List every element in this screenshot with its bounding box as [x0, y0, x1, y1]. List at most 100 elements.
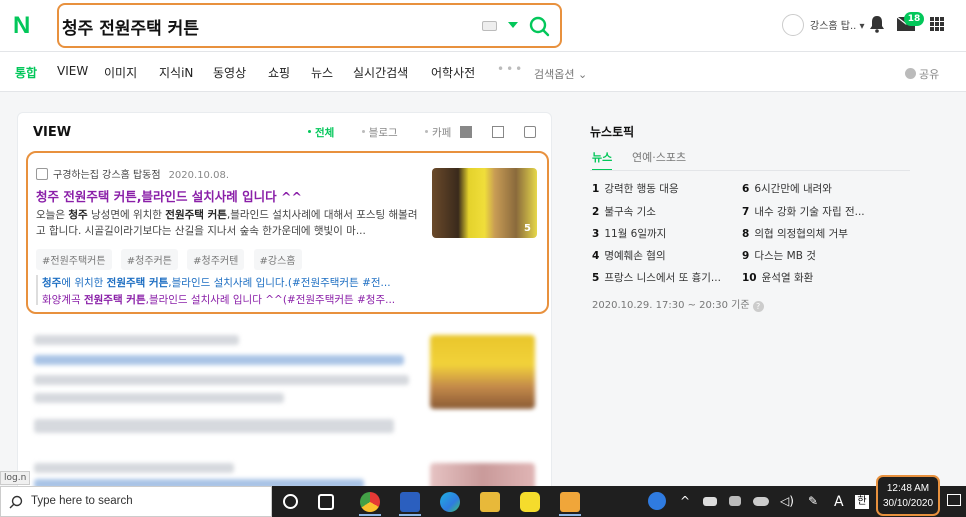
clock-date: 30/10/2020	[882, 498, 934, 509]
detail-layout-icon[interactable]	[492, 126, 504, 138]
view-title: VIEW	[33, 125, 72, 140]
tag[interactable]: #청주커텐	[187, 249, 245, 270]
tab-video[interactable]: 동영상	[213, 64, 246, 81]
search-options-button[interactable]: 검색옵션 ⌄	[534, 66, 587, 82]
tab-kin[interactable]: 지식iN	[159, 64, 193, 81]
status-bar-url: log.n	[0, 471, 31, 485]
house-icon	[36, 168, 48, 180]
apps-grid-icon[interactable]	[930, 17, 944, 31]
news-item[interactable]: 8 의협 의정협의체 거부	[742, 226, 848, 241]
blurred-content	[34, 335, 239, 345]
pen-icon[interactable]: ✎	[808, 494, 818, 508]
news-item[interactable]: 9 다스는 MB 것	[742, 248, 816, 263]
related-post-link[interactable]: 청주에 위치한 전원주택 커튼,블라인드 설치사례 입니다.(#전원주택커튼 #…	[42, 275, 417, 290]
result-date: 2020.10.08.	[168, 170, 229, 181]
tab-news[interactable]: 뉴스	[311, 64, 333, 81]
view-panel: VIEW 전체 블로그 카페 구경하는집 강스홈 탑동점 2020.10.08. …	[17, 112, 552, 492]
news-item[interactable]: 2 불구속 기소	[592, 204, 656, 219]
result-tags: #전원주택커튼 #청주커튼 #청주커텐 #강스홈	[36, 249, 308, 270]
blurred-content	[34, 393, 284, 403]
news-item[interactable]: 6 6시간만에 내려와	[742, 181, 832, 196]
result-thumbnail[interactable]: 5	[432, 168, 537, 238]
chevron-down-icon: ⌄	[577, 68, 588, 81]
taskbar: Type here to search ^ ◁) ✎ A 한	[0, 486, 966, 517]
result-description[interactable]: 오늘은 청주 낭성면에 위치한 전원주택 커튼,블라인드 설치사례에 대해서 포…	[36, 207, 419, 239]
filter-cafe[interactable]: 카페	[425, 127, 463, 139]
dropbox-icon[interactable]	[729, 496, 741, 506]
ime-korean[interactable]: 한	[855, 495, 869, 509]
edge-icon[interactable]	[440, 492, 460, 512]
result-card[interactable]: 구경하는집 강스홈 탑동점 2020.10.08. 청주 전원주택 커튼,블라인드…	[26, 151, 549, 314]
news-topic-title: 뉴스토픽	[590, 125, 635, 139]
search-options-label: 검색옵션	[534, 68, 575, 81]
avatar[interactable]	[782, 14, 804, 36]
taskbar-search[interactable]: Type here to search	[0, 486, 272, 517]
news-item[interactable]: 7 내수 강화 기술 자립 전...	[742, 204, 865, 219]
blurred-content	[34, 463, 234, 473]
cloud-icon[interactable]	[753, 497, 769, 506]
keyboard-icon[interactable]	[482, 21, 497, 31]
tab-news-topic[interactable]: 뉴스	[592, 149, 613, 171]
volume-icon[interactable]: ◁)	[780, 494, 794, 508]
notification-icon[interactable]	[947, 494, 961, 506]
divider	[36, 275, 38, 305]
tag[interactable]: #청주커튼	[120, 249, 178, 270]
search-box[interactable]	[57, 3, 562, 48]
tab-dictionary[interactable]: 어학사전	[431, 64, 475, 81]
chevron-up-icon[interactable]: ^	[680, 494, 690, 508]
battery-icon[interactable]	[703, 497, 717, 506]
filter-all[interactable]: 전체	[308, 127, 346, 139]
search-input[interactable]	[62, 12, 462, 40]
divider	[590, 170, 910, 171]
active-indicator	[399, 514, 421, 516]
news-item[interactable]: 5 프랑스 니스에서 또 흉기...	[592, 270, 721, 285]
kakaotalk-icon[interactable]	[520, 492, 540, 512]
tab-images[interactable]: 이미지	[104, 64, 137, 81]
news-item[interactable]: 4 명예훼손 혐의	[592, 248, 666, 263]
help-icon[interactable]: ?	[752, 301, 764, 312]
task-view-icon[interactable]	[318, 494, 334, 510]
cortana-icon[interactable]	[283, 494, 298, 509]
related-post-link[interactable]: 화양계곡 전원주택 커튼,블라인드 설치사례 입니다 ^^(#전원주택커튼 #청…	[42, 292, 417, 307]
tab-realtime[interactable]: 실시간검색	[353, 64, 408, 81]
tag[interactable]: #전원주택커튼	[36, 249, 112, 270]
ime-mode[interactable]: A	[834, 494, 844, 510]
clock[interactable]: 12:48 AM 30/10/2020	[876, 475, 940, 516]
tab-all[interactable]: 통합	[15, 64, 37, 81]
chevron-down-icon[interactable]	[508, 22, 518, 28]
filter-blog[interactable]: 블로그	[361, 127, 410, 139]
active-indicator	[359, 514, 381, 516]
more-tabs-button[interactable]: •••	[497, 62, 524, 76]
news-timestamp: 2020.10.29. 17:30 ~ 20:30 기준?	[592, 296, 764, 312]
view-filters: 전체 블로그 카페	[308, 125, 475, 140]
news-item[interactable]: 10 윤석열 화환	[742, 270, 813, 285]
active-indicator	[559, 514, 581, 516]
news-item[interactable]: 1 강력한 행동 대응	[592, 181, 679, 196]
result-source[interactable]: 구경하는집 강스홈 탑동점 2020.10.08.	[36, 166, 229, 181]
chrome-icon[interactable]	[360, 492, 380, 512]
result-title[interactable]: 청주 전원주택 커튼,블라인드 설치사례 입니다 ^^	[36, 186, 302, 205]
naver-logo[interactable]: N	[13, 12, 30, 40]
news-topic-panel: 뉴스토픽 뉴스 연예·스포츠 1 강력한 행동 대응 2 불구속 기소 3 11월 6…	[575, 112, 935, 322]
share-button[interactable]: 공유	[905, 66, 939, 82]
blurred-content	[34, 375, 409, 385]
bell-icon[interactable]	[869, 15, 885, 33]
taskbar-search-placeholder: Type here to search	[31, 495, 133, 507]
list-layout-icon[interactable]	[460, 126, 472, 138]
news-item[interactable]: 3 11월 6일까지	[592, 226, 666, 241]
blurred-content	[34, 355, 404, 365]
tab-view[interactable]: VIEW	[57, 64, 88, 78]
tab-entertainment-sports[interactable]: 연예·스포츠	[632, 149, 686, 165]
header: N 강스홈 탑.. ▾ 18	[0, 0, 966, 52]
image-count: 5	[524, 223, 531, 234]
help-icon[interactable]	[648, 492, 666, 510]
file-explorer-icon[interactable]	[480, 492, 500, 512]
video-layout-icon[interactable]	[524, 126, 536, 138]
snipping-tool-icon[interactable]	[560, 492, 580, 512]
user-name[interactable]: 강스홈 탑.. ▾	[810, 17, 865, 32]
share-icon	[905, 68, 916, 79]
tab-shopping[interactable]: 쇼핑	[268, 64, 290, 81]
tag[interactable]: #강스홈	[253, 249, 302, 270]
word-icon[interactable]	[400, 492, 420, 512]
search-icon[interactable]	[528, 15, 550, 37]
